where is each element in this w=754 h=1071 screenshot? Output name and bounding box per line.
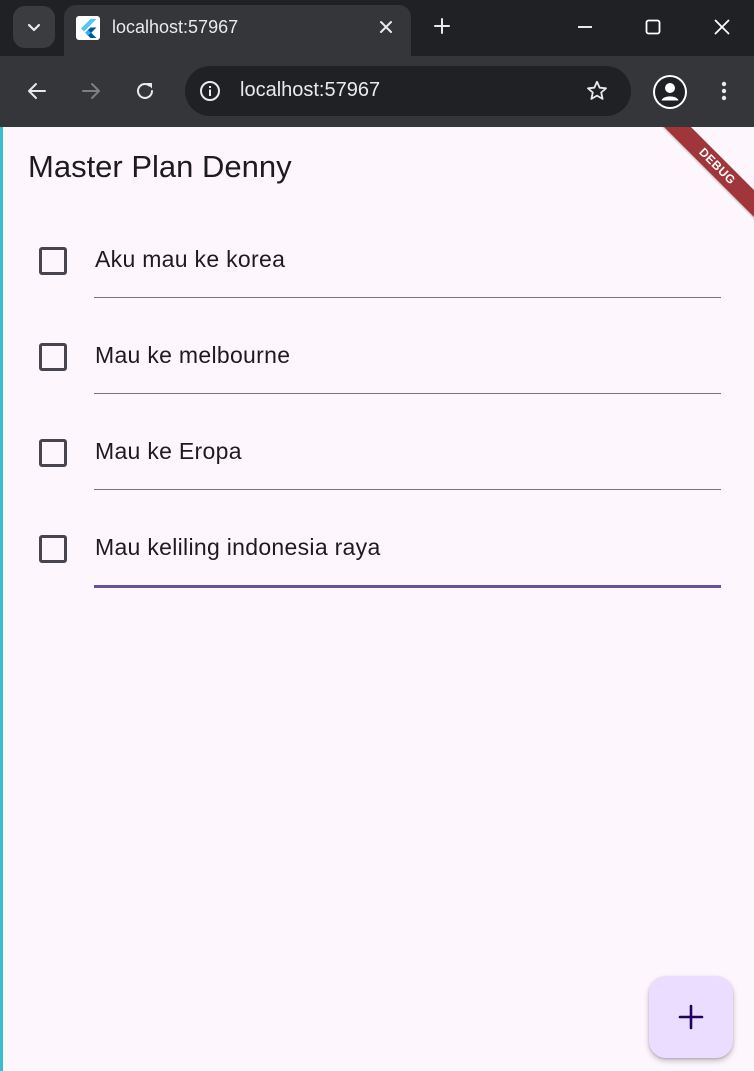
reload-button[interactable] [127,73,163,109]
site-info-button[interactable] [196,77,224,105]
add-icon [678,1004,704,1030]
star-icon [587,80,607,100]
minimize-button[interactable] [563,8,607,46]
task-checkbox[interactable] [39,439,67,467]
info-icon [200,81,220,101]
tab-title: localhost:57967 [112,17,239,37]
page-title: Master Plan Denny [28,149,292,184]
task-text-field-focused[interactable]: Mau keliling indonesia raya [94,515,721,588]
person-icon [655,77,685,107]
task-row: Aku mau ke korea [3,227,754,323]
tab-close-button[interactable] [373,14,399,40]
app-viewport: Master Plan Denny DEBUG Aku mau ke korea… [3,127,754,1071]
task-checkbox[interactable] [39,343,67,371]
window-close-button[interactable] [700,8,744,46]
task-text-field[interactable]: Aku mau ke korea [94,227,721,298]
close-icon [714,19,730,35]
browser-toolbar: localhost:57967 [0,56,754,127]
flutter-favicon-icon [76,16,100,40]
debug-banner: DEBUG [657,127,754,227]
task-row: Mau ke Eropa [3,419,754,515]
task-text[interactable]: Mau keliling indonesia raya [95,534,381,561]
task-text-field[interactable]: Mau ke melbourne [94,323,721,394]
task-checkbox[interactable] [39,535,67,563]
browser-tabstrip: localhost:57967 [0,0,754,56]
task-text-field[interactable]: Mau ke Eropa [94,419,721,490]
plus-icon [434,18,450,34]
minimize-icon [578,26,592,28]
chevron-down-icon [27,23,41,32]
task-row: Mau keliling indonesia raya [3,515,754,611]
arrow-right-icon [82,83,100,99]
task-row: Mau ke melbourne [3,323,754,419]
close-icon [380,21,392,33]
maximize-button[interactable] [631,8,675,46]
task-checkbox[interactable] [39,247,67,275]
task-text[interactable]: Aku mau ke korea [95,246,285,273]
browser-tab[interactable]: localhost:57967 [64,5,411,56]
add-task-button[interactable] [649,976,733,1058]
reload-icon [137,82,153,99]
more-vert-icon [721,81,727,101]
profile-avatar[interactable] [653,75,687,109]
task-text[interactable]: Mau ke Eropa [95,438,242,465]
arrow-left-icon [28,83,46,99]
browser-menu-button[interactable] [711,73,737,109]
url-text[interactable]: localhost:57967 [240,79,380,102]
back-button[interactable] [19,73,55,109]
tab-search-button[interactable] [13,6,55,48]
maximize-icon [645,19,661,35]
forward-button[interactable] [73,73,109,109]
bookmark-button[interactable] [583,77,611,105]
new-tab-button[interactable] [428,12,456,40]
task-text[interactable]: Mau ke melbourne [95,342,290,369]
address-bar[interactable]: localhost:57967 [185,66,631,116]
